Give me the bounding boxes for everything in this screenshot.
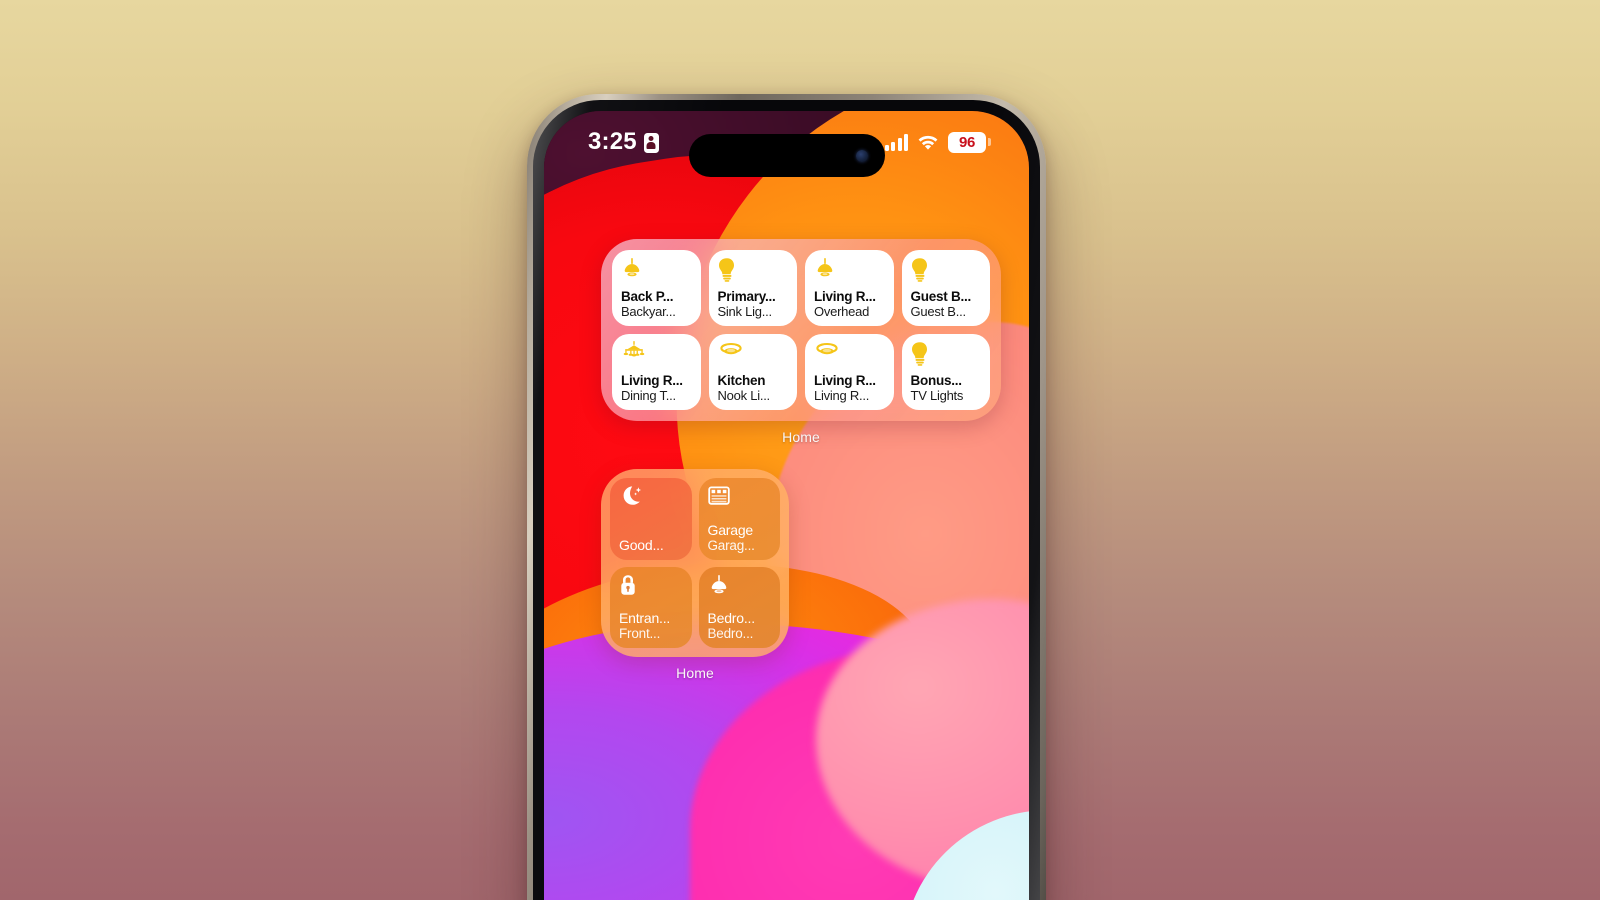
lightbulb-icon (911, 341, 983, 367)
dynamic-island (688, 134, 885, 177)
home-screen-widgets: Back P... Backyar... Primary... Sink Lig… (544, 111, 1029, 900)
tile-title: Back P... (621, 289, 674, 305)
tile-title: Living R... (814, 373, 876, 389)
light-tile[interactable]: Living R... Living R... (805, 334, 894, 410)
home-lights-widget[interactable]: Back P... Backyar... Primary... Sink Lig… (601, 239, 1001, 421)
scene-tile[interactable]: Garage Garag... (698, 478, 780, 560)
tile-title: Bonus... (910, 373, 962, 389)
tile-subtitle: TV Lights (910, 388, 964, 404)
tile-title: Entran... (619, 610, 671, 627)
garage-door-icon (707, 485, 773, 509)
light-tile[interactable]: Kitchen Nook Li... (708, 334, 797, 410)
tile-subtitle: Overhead (814, 304, 870, 320)
pendant-lamp-icon (708, 574, 773, 598)
battery-percent: 96 (958, 133, 976, 151)
tile-subtitle: Living R... (814, 388, 870, 404)
ceiling-light-icon (814, 341, 886, 367)
tile-title: Primary... (717, 289, 776, 305)
pendant-lamp-icon (621, 257, 693, 283)
tile-subtitle: Nook Li... (717, 388, 771, 404)
chandelier-icon (621, 341, 693, 367)
light-tile[interactable]: Back P... Backyar... (612, 250, 701, 326)
status-bar-left: 3:25 (588, 128, 659, 156)
tile-title: Living R... (814, 289, 876, 305)
light-tile[interactable]: Primary... Sink Lig... (708, 250, 797, 326)
iphone-device: 3:25 96 Back P... Backyar... Primary... … (527, 94, 1046, 900)
scene-tile[interactable]: Bedro... Bedro... (698, 566, 780, 648)
cellular-bars-icon (884, 133, 908, 151)
scene-tile[interactable]: Entran... Front... (610, 566, 692, 648)
tile-subtitle: Backyar... (621, 304, 676, 320)
tile-subtitle: Front... (619, 626, 661, 642)
battery-cap (988, 138, 991, 146)
home-scenes-widget-wrapper: Good... Garage Garag... Entran... Front.… (601, 469, 789, 681)
desktop-backdrop: 3:25 96 Back P... Backyar... Primary... … (0, 0, 1600, 900)
tile-title: Kitchen (717, 373, 766, 389)
tile-title: Guest B... (910, 289, 972, 305)
lock-icon (619, 574, 684, 598)
front-camera-icon (855, 149, 868, 162)
scene-tile[interactable]: Good... (610, 478, 692, 560)
lightbulb-icon (911, 257, 983, 283)
light-tile[interactable]: Bonus... TV Lights (901, 334, 990, 410)
tile-title: Garage (707, 521, 754, 538)
status-bar-right: 96 (884, 131, 991, 153)
phone-screen: 3:25 96 Back P... Backyar... Primary... … (544, 111, 1029, 900)
person-badge-icon (643, 132, 659, 153)
tile-subtitle: Sink Lig... (717, 304, 773, 320)
tile-subtitle: Dining T... (621, 388, 676, 404)
home-lights-widget-wrapper: Back P... Backyar... Primary... Sink Lig… (601, 239, 1001, 445)
wifi-icon (917, 134, 939, 151)
tile-subtitle: Bedro... (707, 626, 754, 642)
battery-indicator: 96 (948, 131, 991, 153)
tile-title: Bedro... (707, 610, 756, 627)
ceiling-light-icon (718, 341, 790, 367)
tile-title: Good... (619, 536, 664, 553)
moon-stars-icon (619, 485, 684, 509)
light-tile[interactable]: Guest B... Guest B... (901, 250, 990, 326)
tile-subtitle: Garag... (707, 537, 755, 553)
light-tile[interactable]: Living R... Overhead (805, 250, 894, 326)
tile-title: Living R... (621, 373, 683, 389)
home-scenes-widget[interactable]: Good... Garage Garag... Entran... Front.… (601, 469, 789, 657)
widget-caption: Home (782, 429, 820, 445)
battery-body: 96 (948, 131, 986, 153)
status-time: 3:25 (588, 128, 637, 155)
light-tile[interactable]: Living R... Dining T... (612, 334, 701, 410)
tile-subtitle: Guest B... (910, 304, 967, 320)
lightbulb-icon (718, 257, 790, 283)
widget-caption: Home (676, 665, 714, 681)
pendant-lamp-icon (814, 257, 886, 283)
